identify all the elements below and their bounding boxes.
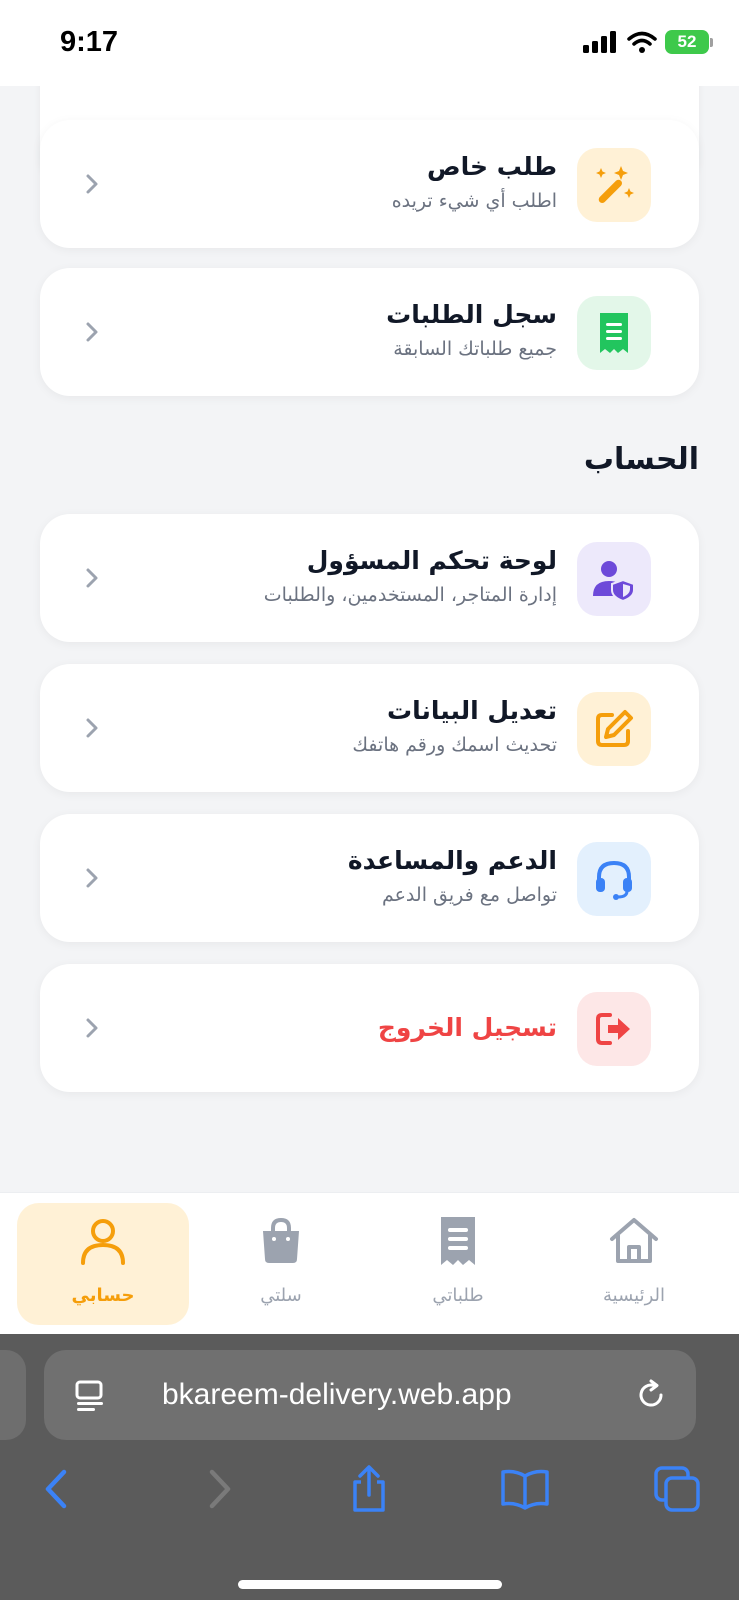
special-request-card[interactable]: طلب خاص اطلب أي شيء تريده [40, 120, 699, 248]
shopping-bag-icon [263, 1217, 299, 1263]
order-history-title: سجل الطلبات [386, 300, 557, 329]
edit-icon [596, 710, 633, 747]
nav-item-account[interactable]: حسابي [17, 1203, 189, 1325]
edit-profile-icon-tile [577, 692, 651, 766]
previous-tab-peek[interactable] [0, 1350, 26, 1440]
status-bar: 9:17 52 [0, 0, 739, 86]
url-text: bkareem-delivery.web.app [162, 1378, 512, 1411]
edit-profile-title: تعديل البيانات [387, 696, 557, 725]
magic-wand-icon [596, 166, 634, 203]
nav-label-cart: سلتي [260, 1285, 302, 1306]
wifi-icon [627, 31, 657, 53]
status-icons: 52 [583, 30, 713, 54]
browser-toolbar: bkareem-delivery.web.app [0, 1334, 739, 1600]
special-request-icon-tile [577, 148, 651, 222]
receipt-icon [600, 313, 628, 353]
nav-label-account: حسابي [71, 1285, 135, 1306]
signal-icon [583, 31, 616, 53]
logout-text: تسجيل الخروج [197, 991, 557, 1065]
special-request-text: طلب خاص اطلب أي شيء تريده [197, 150, 557, 216]
receipt-icon [441, 1217, 475, 1265]
special-request-title: طلب خاص [427, 152, 557, 181]
share-icon[interactable] [344, 1464, 394, 1514]
edit-profile-card[interactable]: تعديل البيانات تحديث اسمك ورقم هاتفك [40, 664, 699, 792]
special-request-subtitle: اطلب أي شيء تريده [391, 190, 557, 212]
status-time: 9:17 [60, 26, 119, 58]
reader-icon[interactable] [74, 1379, 108, 1413]
address-bar[interactable]: bkareem-delivery.web.app [44, 1350, 696, 1440]
tabs-icon[interactable] [652, 1464, 702, 1514]
bookmarks-icon[interactable] [500, 1464, 550, 1514]
logout-icon-tile [577, 992, 651, 1066]
logout-card[interactable]: تسجيل الخروج [40, 964, 699, 1092]
user-icon [81, 1219, 125, 1265]
headset-icon [596, 860, 632, 900]
order-history-icon-tile [577, 296, 651, 370]
chevron-right-icon [86, 174, 98, 194]
admin-dashboard-icon-tile [577, 542, 651, 616]
chevron-right-icon [86, 718, 98, 738]
battery-indicator: 52 [665, 30, 713, 54]
nav-item-orders[interactable]: طلباتي [372, 1203, 544, 1325]
nav-label-orders: طلباتي [432, 1285, 484, 1306]
order-history-text: سجل الطلبات جميع طلباتك السابقة [197, 298, 557, 364]
chevron-right-icon [86, 868, 98, 888]
nav-item-home[interactable]: الرئيسية [548, 1203, 720, 1325]
account-section-title: الحساب [583, 442, 699, 477]
edit-profile-text: تعديل البيانات تحديث اسمك ورقم هاتفك [197, 694, 557, 760]
chevron-right-icon [86, 568, 98, 588]
admin-shield-user-icon [593, 561, 635, 602]
back-icon[interactable] [32, 1464, 82, 1514]
battery-level: 52 [665, 30, 709, 54]
logout-title: تسجيل الخروج [377, 1013, 557, 1042]
reload-icon[interactable] [634, 1378, 668, 1412]
support-card[interactable]: الدعم والمساعدة تواصل مع فريق الدعم [40, 814, 699, 942]
support-icon-tile [577, 842, 651, 916]
order-history-card[interactable]: سجل الطلبات جميع طلباتك السابقة [40, 268, 699, 396]
chevron-right-icon [86, 322, 98, 342]
order-history-subtitle: جميع طلباتك السابقة [393, 338, 557, 360]
admin-dashboard-text: لوحة تحكم المسؤول إدارة المتاجر، المستخد… [197, 544, 557, 610]
battery-nub [710, 37, 713, 47]
admin-dashboard-card[interactable]: لوحة تحكم المسؤول إدارة المتاجر، المستخد… [40, 514, 699, 642]
forward-icon[interactable] [194, 1464, 244, 1514]
bottom-nav: حسابي سلتي طلباتي الرئيسية [0, 1192, 739, 1335]
profile-content: طلب خاص اطلب أي شيء تريده سجل الطلبات جم… [0, 86, 739, 1192]
chevron-right-icon [86, 1018, 98, 1038]
nav-item-cart[interactable]: سلتي [195, 1203, 367, 1325]
admin-dashboard-subtitle: إدارة المتاجر، المستخدمين، والطلبات [263, 584, 557, 606]
edit-profile-subtitle: تحديث اسمك ورقم هاتفك [352, 734, 557, 756]
nav-label-home: الرئيسية [603, 1285, 665, 1306]
logout-icon [596, 1013, 630, 1045]
admin-dashboard-title: لوحة تحكم المسؤول [306, 546, 557, 575]
support-text: الدعم والمساعدة تواصل مع فريق الدعم [197, 844, 557, 910]
support-subtitle: تواصل مع فريق الدعم [381, 884, 557, 906]
support-title: الدعم والمساعدة [347, 846, 557, 875]
home-indicator [238, 1580, 502, 1589]
home-icon [610, 1218, 658, 1263]
